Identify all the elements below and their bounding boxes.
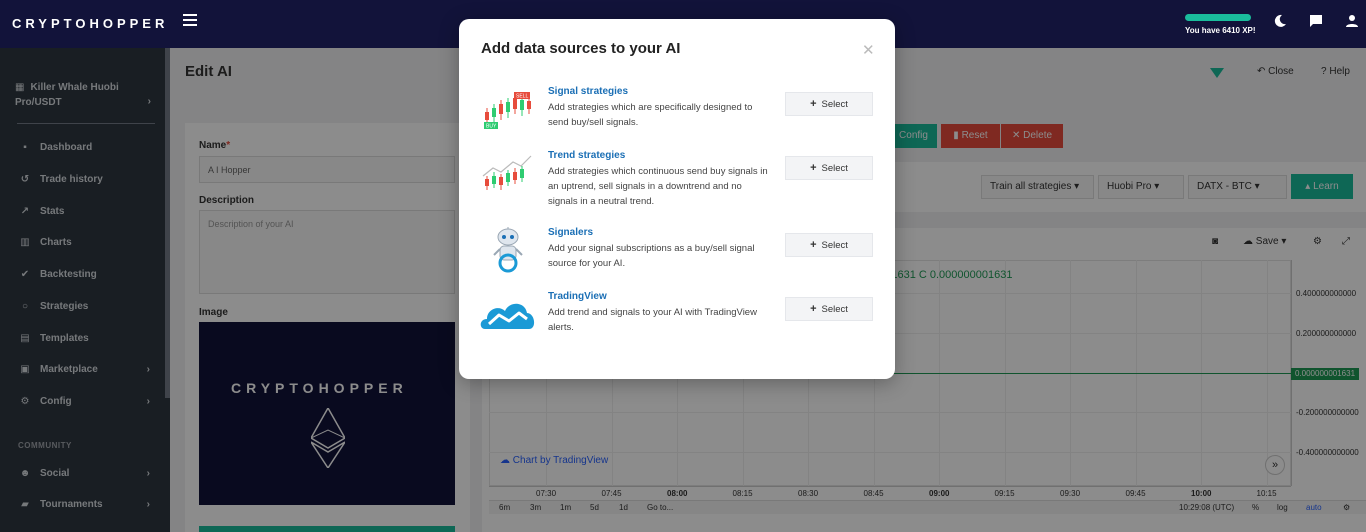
robot-icon — [493, 227, 523, 273]
tradingview-cloud-icon — [480, 303, 535, 329]
source-row-signalers: Signalers Add your signal subscriptions … — [479, 227, 875, 277]
buy-tag-text: BUY — [486, 124, 497, 130]
select-signal-strategies-button[interactable]: + Select — [785, 92, 873, 116]
chat-icon[interactable] — [1308, 14, 1324, 30]
add-data-sources-modal: Add data sources to your AI ✕ SELL BUY S… — [459, 19, 895, 379]
candlestick-signal-icon: SELL BUY — [484, 92, 531, 130]
sell-tag-text: SELL — [516, 94, 528, 100]
close-icon[interactable]: ✕ — [862, 41, 875, 59]
menu-icon[interactable] — [183, 14, 197, 26]
source-row-tradingview: TradingView Add trend and signals to you… — [479, 291, 875, 341]
select-label: Select — [821, 304, 848, 315]
source-row-signal-strategies: SELL BUY Signal strategies Add strategie… — [479, 86, 875, 132]
row-description: Add strategies which continuous send buy… — [548, 166, 768, 207]
moon-icon[interactable] — [1272, 14, 1288, 30]
xp-progress: You have 6410 XP! — [1185, 14, 1256, 35]
select-signalers-button[interactable]: + Select — [785, 233, 873, 257]
xp-bar — [1185, 14, 1251, 21]
trend-chart-icon — [482, 155, 532, 190]
row-description: Add trend and signals to your AI with Tr… — [548, 307, 757, 333]
plus-icon: + — [810, 98, 817, 110]
plus-icon: + — [810, 239, 817, 251]
row-title[interactable]: Signalers — [548, 227, 593, 238]
plus-icon: + — [810, 303, 817, 315]
modal-title: Add data sources to your AI — [481, 40, 681, 57]
select-label: Select — [821, 240, 848, 251]
row-title[interactable]: TradingView — [548, 291, 607, 302]
select-trend-strategies-button[interactable]: + Select — [785, 156, 873, 180]
source-row-trend-strategies: Trend strategies Add strategies which co… — [479, 150, 875, 210]
select-label: Select — [821, 163, 848, 174]
row-description: Add your signal subscriptions as a buy/s… — [548, 243, 755, 269]
select-label: Select — [821, 99, 848, 110]
brand-logo[interactable]: CRYPTOHOPPER — [12, 16, 168, 31]
row-title[interactable]: Signal strategies — [548, 86, 628, 97]
select-tradingview-button[interactable]: + Select — [785, 297, 873, 321]
user-icon[interactable] — [1344, 14, 1360, 30]
plus-icon: + — [810, 162, 817, 174]
row-description: Add strategies which are specifically de… — [548, 102, 753, 128]
row-title[interactable]: Trend strategies — [548, 150, 625, 161]
xp-label: You have 6410 XP! — [1185, 26, 1256, 35]
